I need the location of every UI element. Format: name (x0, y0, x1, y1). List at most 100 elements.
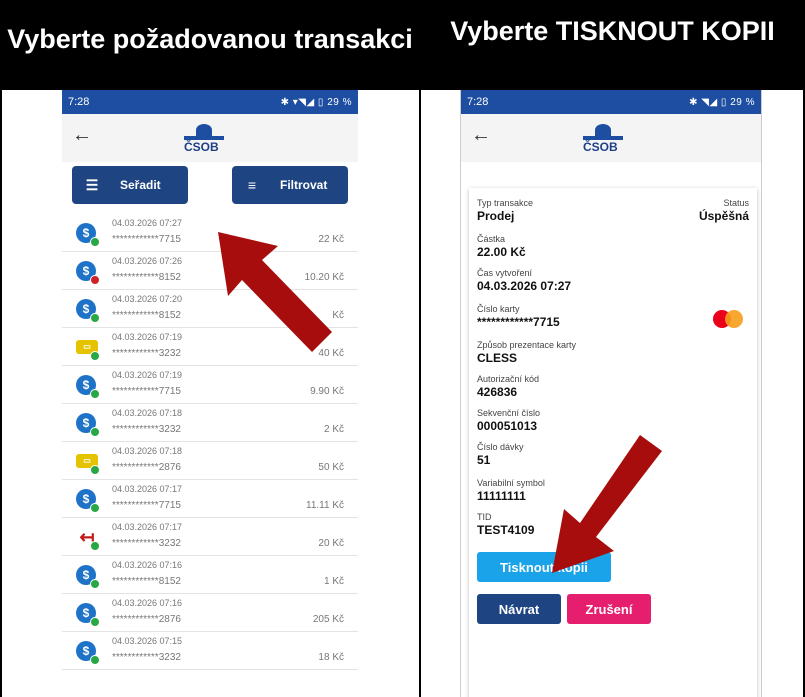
success-badge-icon (90, 579, 100, 589)
transaction-date: 04.03.2026 07:27 (112, 218, 183, 228)
sort-button[interactable]: ☰ Seřadit (72, 166, 188, 204)
transaction-card: ************2876 (112, 462, 181, 473)
status-bar: 7:28 ✱ ▾◥◢ ▯ 29 % (62, 90, 358, 114)
field-auth-code: Autorizační kód 426836 (477, 374, 539, 399)
status-bar: 7:28 ✱ ◥◢ ▯ 29 % (461, 90, 761, 114)
success-badge-icon (90, 351, 100, 361)
success-badge-icon (90, 313, 100, 323)
transaction-row[interactable]: ↤ 04.03.2026 07:17 ************3232 20 Kč (62, 518, 358, 556)
transaction-row[interactable]: ▭ 04.03.2026 07:19 ************3232 40 Kč (62, 328, 358, 366)
back-arrow-icon[interactable]: ← (471, 124, 491, 147)
field-label: Částka (477, 234, 506, 244)
field-label: Status (723, 198, 749, 208)
field-sequence: Sekvenční číslo 000051013 (477, 408, 540, 433)
field-type: Typ transakce Prodej (477, 198, 533, 223)
transaction-date: 04.03.2026 07:26 (112, 256, 183, 266)
transaction-date: 04.03.2026 07:19 (112, 370, 183, 380)
transaction-card: ************7715 (112, 386, 181, 397)
success-badge-icon (90, 617, 100, 627)
field-label: Číslo dávky (477, 442, 524, 452)
error-badge-icon (90, 275, 100, 285)
field-label: Autorizační kód (477, 374, 540, 384)
success-badge-icon (90, 503, 100, 513)
field-value: Úspěšná (698, 209, 749, 223)
logo-text: ČSOB (583, 140, 618, 154)
transaction-card: ************3232 (112, 538, 181, 549)
field-status: Status Úspěšná (699, 198, 749, 223)
left-heading: Vyberte požadovanou transakci (0, 0, 420, 90)
success-badge-icon (90, 655, 100, 665)
transaction-row[interactable]: $04.03.2026 07:26 ************8152 10.20 K… (62, 252, 358, 290)
transaction-amount: 2 Kč (323, 424, 344, 435)
sort-list-icon: ☰ (85, 176, 99, 193)
right-heading-text: Vyberte TISKNOUT KOPII (450, 16, 775, 46)
csob-logo: ČSOB (184, 124, 234, 156)
transaction-row[interactable]: $04.03.2026 07:17 ************7715 11.11 K… (62, 480, 358, 518)
csob-logo: ČSOB (583, 124, 633, 156)
transaction-date: 04.03.2026 07:18 (112, 408, 183, 418)
back-arrow-icon[interactable]: ← (72, 124, 92, 147)
transaction-row[interactable]: $04.03.2026 07:16 ************8152 1 Kč (62, 556, 358, 594)
field-variable-symbol: Variabilní symbol 11111111 (477, 478, 545, 503)
field-batch: Číslo dávky 51 (477, 442, 524, 467)
success-badge-icon (90, 237, 100, 247)
field-created: Čas vytvoření 04.03.2026 07:27 (477, 268, 571, 293)
filter-button[interactable]: ≡ Filtrovat (232, 166, 348, 204)
field-value: 51 (477, 453, 491, 467)
field-label: Čas vytvoření (477, 268, 533, 278)
transaction-amount: 205 Kč (312, 614, 344, 625)
app-header: ← ČSOB (62, 114, 358, 162)
transaction-row[interactable]: $04.03.2026 07:18 ************3232 2 Kč (62, 404, 358, 442)
sort-label: Seřadit (120, 178, 161, 192)
transaction-card: ************7715 (112, 500, 181, 511)
transaction-amount: 10.20 Kč (304, 272, 344, 283)
transaction-row[interactable]: ▭ 04.03.2026 07:18 ************2876 50 Kč (62, 442, 358, 480)
transaction-amount: 18 Kč (318, 652, 344, 663)
transaction-list-screen: 7:28 ✱ ▾◥◢ ▯ 29 % ← ČSOB ☰ Seřadit ≡ Fil… (62, 90, 358, 697)
field-label: Způsob prezentace karty (477, 340, 577, 350)
left-heading-text: Vyberte požadovanou transakci (7, 24, 413, 54)
transaction-amount: 20 Kč (318, 538, 344, 549)
transaction-date: 04.03.2026 07:15 (112, 636, 183, 646)
transaction-row[interactable]: $04.03.2026 07:27 ************7715 22 Kč (62, 214, 358, 252)
cancel-button[interactable]: Zrušení (567, 594, 651, 624)
transaction-amount: 11.11 Kč (306, 500, 344, 511)
transaction-card: ************8152 (112, 576, 181, 587)
transaction-row[interactable]: $04.03.2026 07:19 ************7715 9.90 Kč (62, 366, 358, 404)
success-badge-icon (90, 389, 100, 399)
field-value: 426836 (477, 385, 518, 399)
transaction-card: ************3232 (112, 348, 181, 359)
transaction-card: ************8152 (112, 310, 181, 321)
transaction-row[interactable]: $04.03.2026 07:16 ************2876 205 Kč (62, 594, 358, 632)
transaction-detail-screen: 7:28 ✱ ◥◢ ▯ 29 % ← ČSOB Typ transakce Pr… (460, 90, 762, 697)
field-amount: Částka 22.00 Kč (477, 234, 526, 259)
field-value: ************7715 (477, 315, 560, 329)
transaction-card: ************3232 (112, 424, 181, 435)
mastercard-icon (713, 310, 743, 328)
transaction-row[interactable]: $04.03.2026 07:20 ************8152 Kč (62, 290, 358, 328)
transaction-card: ************7715 (112, 234, 181, 245)
success-badge-icon (90, 541, 100, 551)
field-label: Variabilní symbol (477, 478, 545, 488)
field-value: TEST4109 (477, 523, 535, 537)
transaction-row[interactable]: $04.03.2026 07:15 ************3232 18 Kč (62, 632, 358, 670)
return-button[interactable]: Návrat (477, 594, 561, 624)
field-label: TID (477, 512, 492, 522)
transaction-date: 04.03.2026 07:20 (112, 294, 183, 304)
instruction-frame: Vyberte požadovanou transakci Vyberte TI… (0, 0, 805, 697)
print-copy-button[interactable]: Tisknout kopii (477, 552, 611, 582)
filter-label: Filtrovat (280, 178, 328, 192)
transaction-date: 04.03.2026 07:19 (112, 332, 183, 342)
field-value: 11111111 (477, 489, 526, 503)
frame-border-left (0, 90, 2, 697)
status-icons: ✱ ◥◢ ▯ 29 % (689, 96, 755, 108)
transaction-date: 04.03.2026 07:17 (112, 484, 183, 494)
transaction-date: 04.03.2026 07:18 (112, 446, 183, 456)
field-value: 04.03.2026 07:27 (477, 279, 572, 293)
field-value: 22.00 Kč (477, 245, 526, 259)
field-value: Prodej (477, 209, 515, 223)
transaction-date: 04.03.2026 07:16 (112, 560, 183, 570)
field-label: Typ transakce (477, 198, 534, 208)
field-label: Sekvenční číslo (477, 408, 541, 418)
success-badge-icon (90, 427, 100, 437)
